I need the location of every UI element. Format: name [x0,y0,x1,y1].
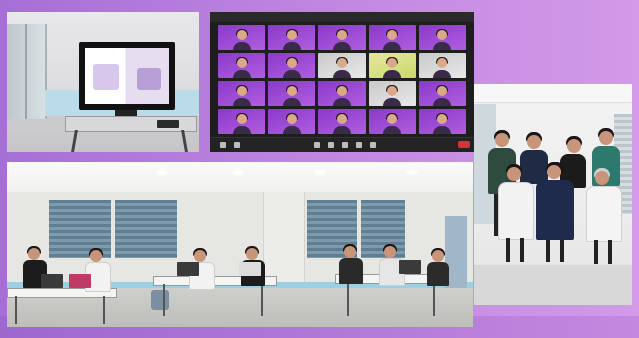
participants-icon [314,142,320,148]
participant-tile [418,25,466,50]
ceiling-light [407,170,417,175]
floor [474,265,632,305]
participant-tile [368,81,416,106]
participant-tile [218,109,266,134]
desk-leg [347,282,349,316]
ceiling [7,162,473,192]
ceiling-light [233,170,243,175]
window [7,24,47,119]
share-icon [342,142,348,148]
participant-tile [418,81,466,106]
participant-tile [268,81,316,106]
desk-leg [163,284,165,316]
laptop [69,274,91,288]
participant-tile [318,109,366,134]
tv-display [85,48,169,104]
end-call-icon [458,141,470,148]
table-leg [181,130,188,152]
video-icon [234,142,240,148]
participant-tile [418,109,466,134]
ceiling [474,84,632,103]
participant-tile [368,25,416,50]
laptop [157,120,179,128]
participant-tile [318,25,366,50]
group-photo [474,84,632,305]
chat-icon [328,142,334,148]
laptop [177,262,199,276]
pillar [263,192,305,287]
ceiling-light [315,170,325,175]
mute-icon [220,142,226,148]
participant-tile [318,53,366,78]
desk-leg [103,296,105,324]
video-call-photo [210,12,474,152]
participant-tile [368,109,416,134]
participant-tile [368,53,416,78]
chair [151,290,169,310]
window-blind [115,200,177,258]
participant-tile [218,81,266,106]
meeting-room-photo [7,12,199,152]
tv-screen [79,42,175,110]
participant-tile [418,53,466,78]
reactions-icon [370,142,376,148]
ceiling-light [157,170,167,175]
desk-leg [261,284,263,316]
classroom-photo [7,162,473,327]
laptop [41,274,63,288]
window-blind [49,200,111,258]
call-title-bar [210,12,474,22]
participant-tile [218,53,266,78]
desk-leg [433,282,435,316]
participant-grid [218,25,466,134]
participant-tile [218,25,266,50]
participant-tile [268,109,316,134]
laptop [239,262,261,276]
participant-tile [268,25,316,50]
participant-tile [268,53,316,78]
participant-tile [318,81,366,106]
record-icon [356,142,362,148]
call-toolbar [210,137,474,152]
table-leg [71,130,78,152]
desk-leg [15,296,17,324]
laptop [399,260,421,274]
